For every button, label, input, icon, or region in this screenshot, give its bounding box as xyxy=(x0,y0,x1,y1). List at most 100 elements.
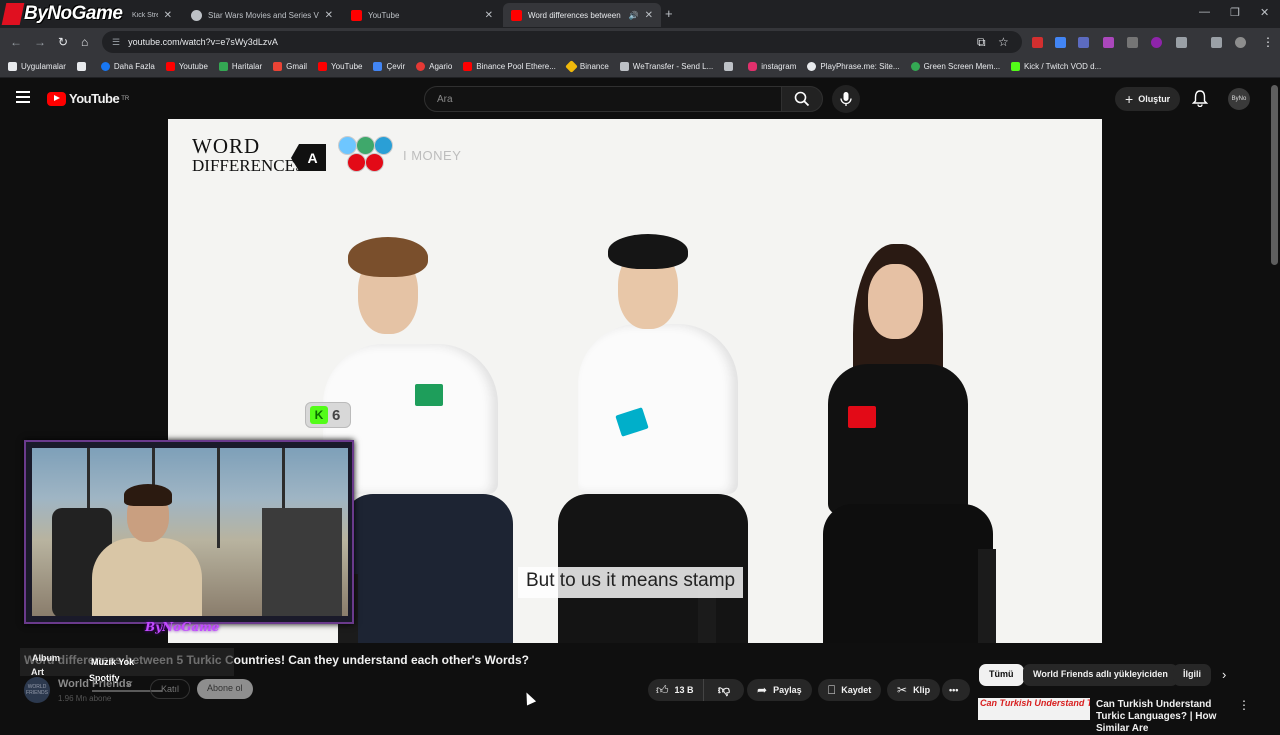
home-icon[interactable]: ⌂ xyxy=(81,35,88,49)
tab-kick[interactable]: Kick Stream - Watch Live ✕ xyxy=(124,3,180,27)
music-album-label: Album xyxy=(32,653,60,663)
tab-title: Kick Stream - Watch Live xyxy=(132,11,158,19)
tab-star-wars[interactable]: Star Wars Movies and Series Vi ✕ xyxy=(183,3,341,27)
bookmark-item[interactable]: Kick / Twitch VOD d... xyxy=(1011,62,1101,71)
extensions-puzzle-icon[interactable] xyxy=(1176,37,1187,48)
install-app-icon[interactable]: ⧉ xyxy=(977,35,986,50)
new-tab-plus-icon[interactable]: + xyxy=(665,6,673,21)
bookmark-item[interactable]: Binance Pool Ethere... xyxy=(463,62,556,71)
search-button[interactable] xyxy=(781,86,823,112)
chevron-right-icon[interactable]: › xyxy=(1222,667,1226,682)
bookmark-item[interactable]: Çevir xyxy=(373,62,405,71)
channel-avatar[interactable]: WORLD FRIENDS xyxy=(24,677,50,703)
join-button[interactable]: Katıl xyxy=(150,679,191,699)
youtube-favicon-icon xyxy=(511,9,522,21)
like-button[interactable]: 👍︎ 13 B xyxy=(648,679,704,701)
kick-logo-icon: K xyxy=(310,406,328,424)
url-text: youtube.com/watch?v=e7sWy3dLzvA xyxy=(128,37,278,47)
dislike-button[interactable]: 👎︎ xyxy=(704,679,744,701)
instagram-icon xyxy=(748,62,758,71)
channel-logo-watermark: ByNoGame xyxy=(1,3,123,25)
restore-icon[interactable]: ❐ xyxy=(1230,6,1240,19)
back-icon[interactable]: ← xyxy=(10,35,22,49)
playphrase-icon xyxy=(807,62,817,71)
extension-icon[interactable] xyxy=(1103,37,1114,48)
browser-menu-icon[interactable]: ⋮ xyxy=(1262,35,1274,49)
more-actions-button[interactable]: ••• xyxy=(942,679,970,701)
bookmark-label: instagram xyxy=(761,62,797,71)
wetransfer-icon xyxy=(619,62,629,71)
notifications-button[interactable] xyxy=(1191,89,1209,112)
minimize-icon[interactable]: — xyxy=(1199,6,1210,18)
bookmark-item[interactable]: PlayPhrase.me: Site... xyxy=(807,62,900,71)
video-caption: But to us it means stamp xyxy=(518,567,744,598)
tab-word-differences[interactable]: Word differences between 🔊 ✕ xyxy=(503,3,661,27)
forward-icon[interactable]: → xyxy=(34,35,46,49)
window-close-icon[interactable]: ✕ xyxy=(1260,6,1269,19)
chip-from-uploader[interactable]: World Friends adlı yükleyiciden xyxy=(1023,664,1178,686)
scissors-icon: ✂ xyxy=(897,683,908,697)
microphone-icon xyxy=(840,92,852,106)
chip-all[interactable]: Tümü xyxy=(979,664,1024,686)
voice-search-button[interactable] xyxy=(832,85,860,113)
bookmark-item[interactable] xyxy=(724,62,737,71)
bookmark-item[interactable]: WeTransfer - Send L... xyxy=(619,62,713,71)
media-controls-icon[interactable] xyxy=(1211,37,1222,48)
search-icon xyxy=(794,91,810,107)
extension-icon[interactable] xyxy=(1032,37,1043,48)
extension-icon[interactable] xyxy=(1151,37,1162,48)
video-topic: I MONEY xyxy=(403,148,462,163)
bookmark-item[interactable]: YouTube xyxy=(318,62,362,71)
bookmark-item[interactable] xyxy=(76,62,90,71)
bookmark-item[interactable]: Gmail xyxy=(273,62,307,71)
site-info-icon[interactable]: ☰ xyxy=(112,37,120,48)
reload-icon[interactable]: ↻ xyxy=(58,35,68,49)
bookmark-item[interactable]: Youtube xyxy=(165,62,208,71)
bookmark-item[interactable]: Daha Fazla xyxy=(100,62,155,71)
youtube-logo[interactable]: YouTube TR xyxy=(47,91,129,106)
video-brand-logo: WORD DIFFERENCES xyxy=(192,136,304,176)
clip-button[interactable]: ✂ Klip xyxy=(887,679,941,701)
close-icon[interactable]: ✕ xyxy=(485,10,493,21)
hamburger-menu-icon[interactable] xyxy=(16,91,30,103)
bookmark-star-icon[interactable]: ☆ xyxy=(998,35,1009,49)
account-avatar[interactable]: ByNo xyxy=(1228,88,1250,110)
close-icon[interactable]: ✕ xyxy=(325,10,333,21)
recommended-video-thumbnail[interactable]: Can Turkish Understand Them? xyxy=(978,698,1090,720)
close-icon[interactable]: ✕ xyxy=(645,10,653,21)
music-status: Müzik Yok xyxy=(91,657,135,667)
channel-name[interactable]: World Friends xyxy=(58,678,132,690)
bookmark-item[interactable]: Binance xyxy=(565,60,609,73)
recommended-video-title[interactable]: Can Turkish Understand Turkic Languages?… xyxy=(1096,699,1228,735)
page-icon xyxy=(724,62,734,71)
create-button[interactable]: + Oluştur xyxy=(1115,87,1181,111)
streamer-name-tag: ByNoGame xyxy=(145,620,220,634)
share-button[interactable]: ➦ Paylaş xyxy=(747,679,812,701)
kick-viewer-count: 6 xyxy=(332,406,341,424)
translate-extension-icon[interactable] xyxy=(1055,37,1066,48)
extension-icon[interactable] xyxy=(1078,37,1089,48)
mouse-cursor-icon xyxy=(521,690,537,706)
chip-related[interactable]: İlgili xyxy=(1173,664,1211,686)
bookmark-label: Green Screen Mem... xyxy=(923,62,1001,71)
extension-icon[interactable] xyxy=(1127,37,1138,48)
page-scrollbar[interactable] xyxy=(1271,85,1278,265)
profile-icon[interactable] xyxy=(1235,37,1246,48)
plus-icon: + xyxy=(1125,91,1134,107)
desk-equipment xyxy=(262,508,342,616)
more-vertical-icon[interactable]: ⋮ xyxy=(1238,698,1250,712)
bookmark-item[interactable]: Haritalar xyxy=(218,62,262,71)
save-button[interactable]: ⎕ Kaydet xyxy=(818,679,882,701)
bookmark-label: Agario xyxy=(429,62,453,71)
bookmark-item[interactable]: instagram xyxy=(748,62,796,71)
subscribe-button[interactable]: Abone ol xyxy=(197,679,253,699)
close-icon[interactable]: ✕ xyxy=(164,10,172,21)
search-input[interactable]: Ara xyxy=(424,86,782,112)
url-bar[interactable]: ☰ youtube.com/watch?v=e7sWy3dLzvA xyxy=(102,31,1022,53)
star-wars-favicon-icon xyxy=(191,9,202,21)
bookmark-item[interactable]: Agario xyxy=(416,62,452,71)
bookmark-item[interactable]: Green Screen Mem... xyxy=(910,62,1001,71)
speaker-icon[interactable]: 🔊 xyxy=(629,11,639,20)
bookmark-item[interactable]: Uygulamalar xyxy=(8,62,66,71)
tab-youtube[interactable]: YouTube ✕ xyxy=(343,3,501,27)
